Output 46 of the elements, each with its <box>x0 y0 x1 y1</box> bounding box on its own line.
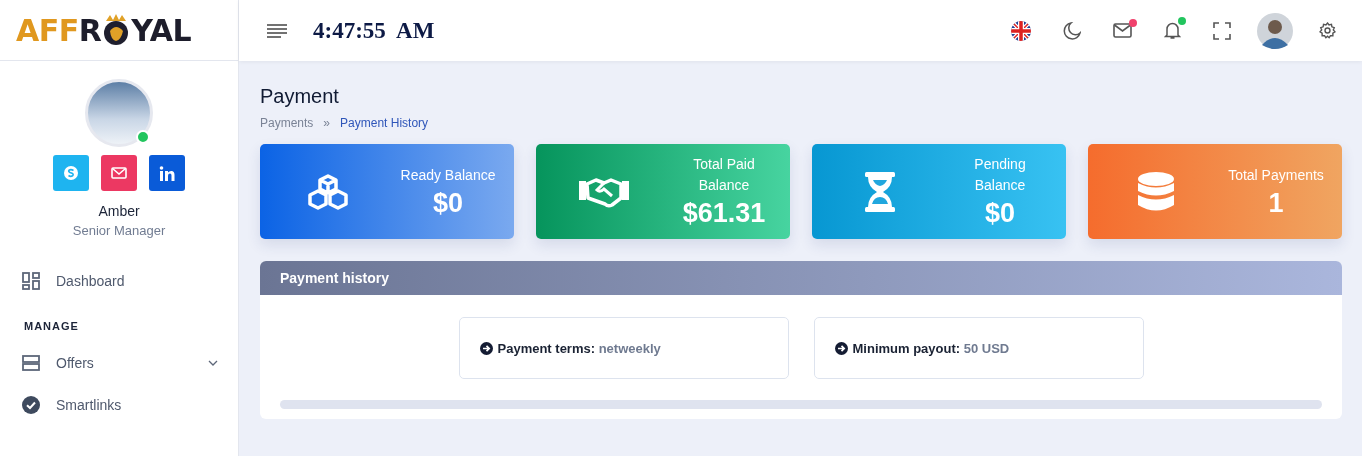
sidebar-item[interactable]: Smartlinks <box>22 384 238 426</box>
stat-value: $0 <box>431 187 464 219</box>
mail-icon <box>111 167 127 179</box>
moon-icon <box>1063 21 1081 40</box>
horizontal-scrollbar[interactable] <box>280 400 1322 409</box>
section-heading: MANAGE <box>24 320 80 332</box>
boxes-icon <box>306 173 349 210</box>
clock-time: 4:47:55 AM <box>313 17 435 44</box>
server-icon <box>22 355 40 371</box>
handshake-icon <box>577 175 630 208</box>
info-text: Payment terms: netweekly <box>497 340 661 356</box>
stat-value: $61.31 <box>681 198 767 229</box>
menu-icon <box>267 23 287 38</box>
user-role: Senior Manager <box>72 223 166 238</box>
breadcrumb-link[interactable]: Payment History <box>340 116 429 130</box>
stat-label: Ready Balance <box>399 165 497 185</box>
page-title: Payment <box>260 85 340 108</box>
arrow-circle-icon <box>834 341 848 355</box>
info-text: Minimum payout: 50 USD <box>852 340 1010 356</box>
settings-icon <box>1319 22 1336 39</box>
hourglass-icon <box>863 171 896 212</box>
person-silhouette-icon <box>1257 12 1293 49</box>
stat-label: Total Paid Balance <box>692 155 756 195</box>
arrow-circle-icon <box>479 341 493 355</box>
fullscreen-icon <box>1213 21 1231 40</box>
bell-icon <box>1164 21 1181 40</box>
grid-icon <box>22 272 40 290</box>
stat-value: 1 <box>1267 187 1285 219</box>
database-icon <box>1137 171 1174 212</box>
stat-value: $0 <box>983 198 1016 229</box>
check-circle-icon <box>22 396 40 414</box>
linkedin-button[interactable] <box>149 155 185 191</box>
user-name: Amber <box>98 203 140 219</box>
union-flag-icon <box>1011 20 1031 41</box>
stat-label: Pending Balance <box>973 155 1027 195</box>
mail-icon <box>1113 23 1132 38</box>
stat-label: Total Payments <box>1227 165 1325 185</box>
user-avatar[interactable] <box>1257 12 1293 49</box>
linkedin-icon <box>159 165 175 181</box>
panel-title: Payment history <box>280 270 389 286</box>
breadcrumb-separator: » <box>323 116 331 130</box>
sidebar-item[interactable]: Dashboard <box>22 260 238 302</box>
mail-button[interactable] <box>101 155 137 191</box>
sidebar-item[interactable]: Offers <box>22 342 238 384</box>
logo[interactable]: AFFR YAL <box>16 12 191 48</box>
skype-icon <box>63 165 79 181</box>
